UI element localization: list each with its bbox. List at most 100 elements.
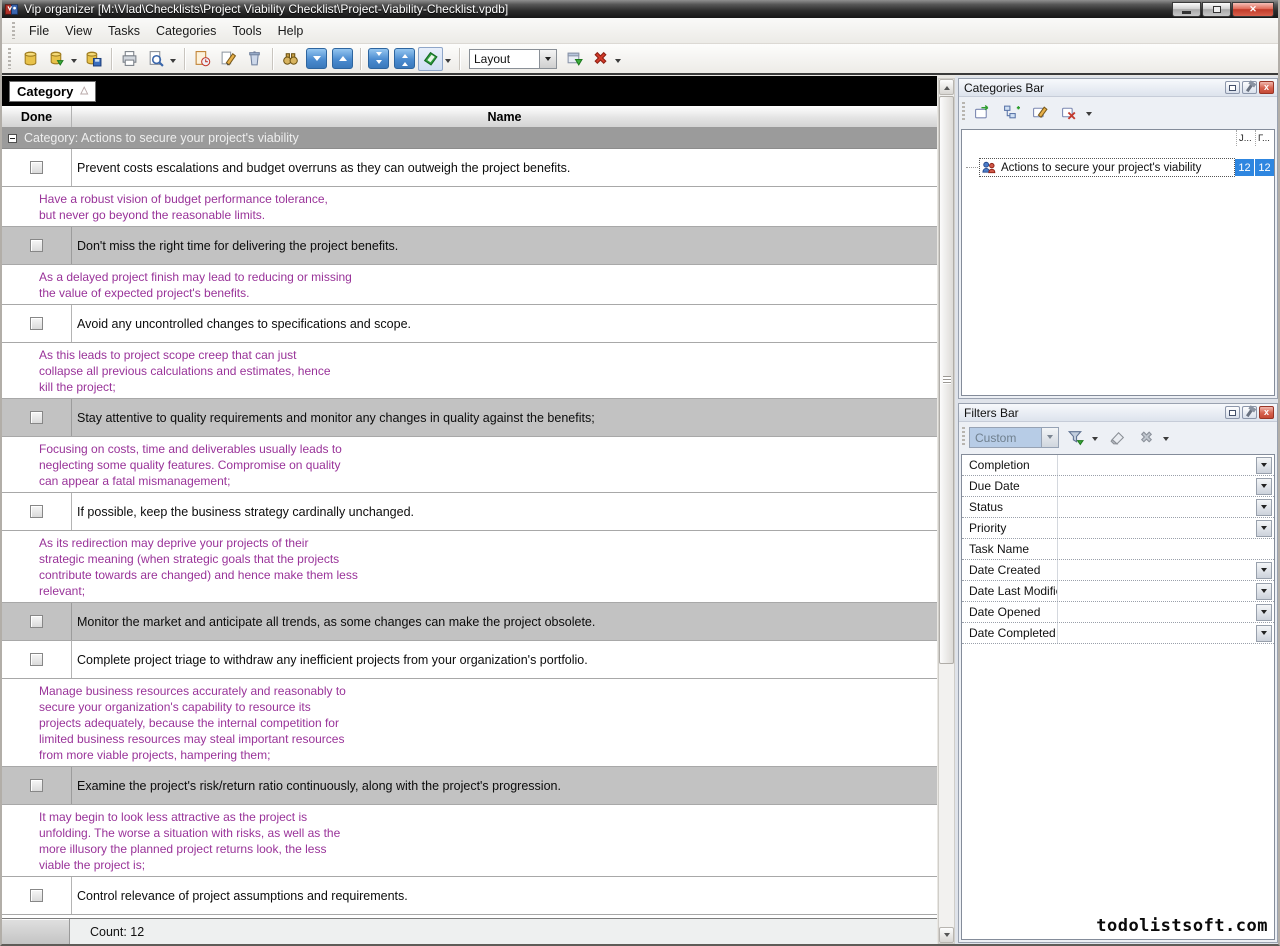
restore-button[interactable] [1202, 2, 1231, 17]
task-name[interactable]: If possible, keep the business strategy … [72, 493, 937, 530]
move-to-bottom-button[interactable] [368, 48, 389, 69]
menu-tools[interactable]: Tools [224, 21, 269, 41]
layout-select-dropdown[interactable] [539, 50, 556, 68]
notes-view-dropdown[interactable] [445, 59, 451, 66]
edit-category-button[interactable] [1027, 101, 1053, 123]
task-name[interactable]: Prevent costs escalations and budget ove… [72, 149, 937, 186]
menu-categories[interactable]: Categories [148, 21, 224, 41]
done-checkbox[interactable] [30, 505, 43, 518]
filter-dropdown-button[interactable] [1256, 499, 1272, 516]
categories-restore-button[interactable] [1225, 81, 1240, 94]
filter-preset-select[interactable]: Custom [969, 427, 1059, 448]
filters-pin-button[interactable] [1242, 406, 1257, 419]
delete-task-button[interactable] [242, 47, 267, 71]
done-checkbox[interactable] [30, 411, 43, 424]
toolbar-grip [8, 48, 11, 68]
note-line: projects adequately, because the interna… [39, 715, 937, 731]
task-name[interactable]: Don't miss the right time for delivering… [72, 227, 937, 264]
done-checkbox[interactable] [30, 653, 43, 666]
task-name[interactable]: Avoid any uncontrolled changes to specif… [72, 305, 937, 342]
new-category-button[interactable] [969, 101, 995, 123]
filter-dropdown-button[interactable] [1256, 604, 1272, 621]
done-checkbox[interactable] [30, 161, 43, 174]
filter-dropdown-button[interactable] [1256, 457, 1272, 474]
menu-file[interactable]: File [21, 21, 57, 41]
done-checkbox[interactable] [30, 779, 43, 792]
filter-dropdown-button[interactable] [1256, 625, 1272, 642]
categories-column-1[interactable]: J... [1236, 130, 1255, 146]
task-name[interactable]: Stay attentive to quality requirements a… [72, 399, 937, 436]
filter-dropdown-button[interactable] [1256, 583, 1272, 600]
edit-task-button[interactable] [216, 47, 241, 71]
tree-line [966, 167, 978, 168]
scroll-up-button[interactable] [939, 79, 954, 95]
categories-toolbar-dropdown[interactable] [1086, 112, 1092, 119]
notes-view-toggle[interactable] [418, 47, 443, 71]
filters-restore-button[interactable] [1225, 406, 1240, 419]
scroll-down-button[interactable] [939, 927, 954, 943]
category-selected-item[interactable]: Actions to secure your project's viabili… [979, 158, 1235, 177]
close-button[interactable]: ✕ [1232, 2, 1274, 17]
note-line: As a delayed project finish may lead to … [39, 269, 937, 285]
task-name[interactable]: Complete project triage to withdraw any … [72, 641, 937, 678]
list-footer: Count: 12 [2, 918, 937, 944]
toolbar-overflow-dropdown[interactable] [615, 59, 621, 66]
task-name[interactable]: Control relevance of project assumptions… [72, 877, 937, 914]
done-checkbox[interactable] [30, 317, 43, 330]
done-cell [2, 767, 72, 804]
filter-preset-dropdown[interactable] [1041, 428, 1058, 447]
delete-layout-button[interactable] [588, 47, 613, 71]
new-task-button[interactable] [190, 47, 215, 71]
new-subcategory-button[interactable] [998, 101, 1024, 123]
delete-filter-button[interactable] [1133, 426, 1159, 448]
filter-dropdown-button[interactable] [1256, 478, 1272, 495]
categories-pin-button[interactable] [1242, 81, 1257, 94]
print-preview-button[interactable] [143, 47, 168, 71]
footer-done-cell [2, 919, 70, 944]
move-up-button[interactable] [332, 48, 353, 69]
clear-filter-button[interactable] [1104, 426, 1130, 448]
done-checkbox[interactable] [30, 615, 43, 628]
minimize-button[interactable] [1172, 2, 1201, 17]
menu-tasks[interactable]: Tasks [100, 21, 148, 41]
column-header-done[interactable]: Done [2, 106, 72, 127]
categories-column-2[interactable]: Г... [1255, 130, 1274, 146]
find-button[interactable] [278, 47, 303, 71]
done-checkbox[interactable] [30, 889, 43, 902]
save-database-button[interactable] [81, 47, 106, 71]
layout-select[interactable]: Layout [469, 49, 557, 69]
vertical-scrollbar[interactable] [938, 78, 955, 944]
scrollbar-thumb[interactable] [939, 96, 954, 664]
menu-view[interactable]: View [57, 21, 100, 41]
delete-category-button[interactable] [1056, 101, 1082, 123]
category-group-row[interactable]: Category: Actions to secure your project… [2, 128, 937, 149]
layout-manager-button[interactable] [562, 47, 587, 71]
menu-help[interactable]: Help [270, 21, 312, 41]
filter-dropdown-button[interactable] [1256, 562, 1272, 579]
open-database-dropdown[interactable] [71, 59, 77, 66]
move-to-top-button[interactable] [394, 48, 415, 69]
filter-label: Status [962, 497, 1058, 517]
column-header-name[interactable]: Name [72, 106, 937, 127]
move-down-button[interactable] [306, 48, 327, 69]
note-line: strategic meaning (when strategic goals … [39, 551, 937, 567]
category-row[interactable]: Actions to secure your project's viabili… [966, 158, 1274, 177]
task-name[interactable]: Examine the project's risk/return ratio … [72, 767, 937, 804]
filter-dropdown-button[interactable] [1256, 520, 1272, 537]
new-database-button[interactable] [18, 47, 43, 71]
open-database-button[interactable] [44, 47, 69, 71]
collapse-icon[interactable] [8, 134, 17, 143]
filter-row: Status [962, 497, 1274, 518]
apply-filter-dropdown[interactable] [1092, 437, 1098, 444]
group-by-category-button[interactable]: Category △ [9, 81, 96, 102]
chevron-down-icon [1261, 568, 1267, 575]
print-preview-dropdown[interactable] [170, 59, 176, 66]
apply-filter-button[interactable] [1062, 426, 1088, 448]
filters-toolbar-dropdown[interactable] [1163, 437, 1169, 444]
filters-close-button[interactable]: x [1259, 406, 1274, 419]
print-button[interactable] [117, 47, 142, 71]
task-name[interactable]: Monitor the market and anticipate all tr… [72, 603, 937, 640]
done-checkbox[interactable] [30, 239, 43, 252]
toolbar-separator [111, 48, 112, 70]
categories-close-button[interactable]: x [1259, 81, 1274, 94]
